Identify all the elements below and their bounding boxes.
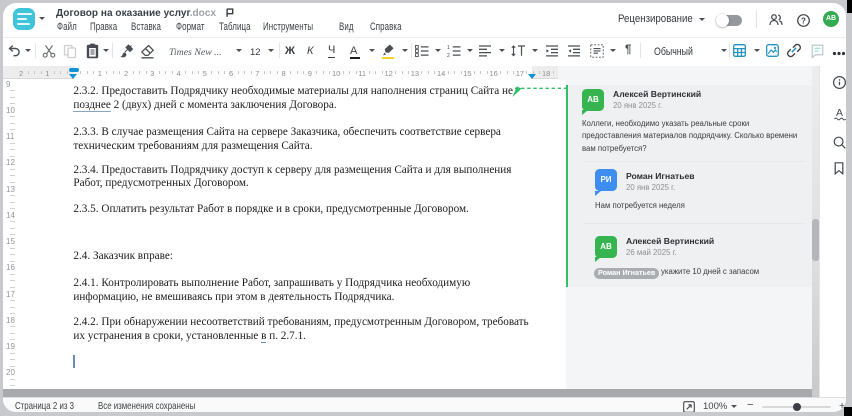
svg-text:1: 1	[447, 45, 450, 51]
svg-text:?: ?	[801, 17, 806, 26]
svg-text:2: 2	[447, 52, 450, 58]
svg-text:А: А	[835, 107, 842, 119]
